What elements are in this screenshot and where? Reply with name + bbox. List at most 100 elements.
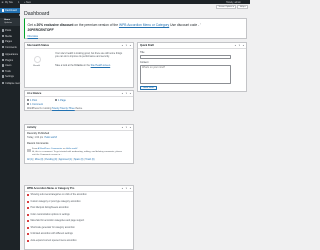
users-icon: [1, 64, 4, 67]
feature-item: Showing sub-menu/categories on click of …: [27, 194, 87, 197]
move-down-icon[interactable]: ▾: [126, 126, 127, 129]
recent-comments-heading: Recent Comments: [27, 142, 49, 145]
feature-label: Post title/post listing/tweets accordion: [30, 207, 69, 210]
sidebar-item-media[interactable]: Media: [0, 34, 20, 39]
submenu-updates[interactable]: Updates: [4, 22, 12, 24]
checkmark-icon: [27, 194, 30, 197]
glance-pages-link[interactable]: 1 Page: [55, 99, 66, 102]
help-button[interactable]: Help ▾: [237, 5, 248, 9]
collapse-toggle-icon[interactable]: ▴: [130, 126, 131, 129]
comment-excerpt: Hi, this is a comment. To get started wi…: [32, 150, 122, 156]
filter-spam-link[interactable]: Spam (0): [74, 159, 83, 161]
glance-item-label: 1 Post: [30, 99, 38, 102]
draft-title-label: Title: [140, 51, 145, 54]
collapse-toggle-icon[interactable]: ▴: [130, 92, 131, 95]
main-content: Screen Options ▾ Help ▾ Dashboard Get a …: [20, 4, 250, 250]
collapse-toggle-icon[interactable]: ▴: [243, 44, 244, 47]
sidebar-item-pages[interactable]: Pages: [0, 39, 20, 44]
move-down-icon[interactable]: ▾: [239, 44, 240, 47]
sidebar-item-tools[interactable]: Tools: [0, 69, 20, 74]
feature-label: Meta field for accordion categories and …: [30, 220, 85, 223]
checkmark-icon: [27, 233, 30, 236]
settings-icon: [1, 75, 4, 78]
submenu-home[interactable]: Home: [4, 19, 10, 21]
glance-posts-link[interactable]: 1 Post: [27, 99, 37, 102]
brush-icon: [1, 53, 4, 56]
feature-item: Color customization options in settings: [27, 213, 70, 216]
sidebar-item-plugins[interactable]: Plugins: [0, 58, 20, 63]
feature-item: Unlimited accordion with different setti…: [27, 233, 73, 236]
page-title: Dashboard: [24, 11, 50, 17]
feature-item: Meta field for accordion categories and …: [27, 220, 85, 223]
health-description: Your site's health is looking good, but …: [55, 52, 123, 59]
sidebar-item-label: Appearance: [5, 53, 19, 56]
move-up-icon[interactable]: ▴: [122, 44, 123, 47]
widget-header: Quick Draft ▴ ▾ ▴: [138, 43, 246, 49]
draft-title-input[interactable]: [140, 54, 231, 59]
checkmark-icon: [27, 200, 30, 203]
glance-footer: WordPress 6.x running Twenty Twenty-Thre…: [27, 107, 83, 110]
sidebar-item-label: Posts: [5, 29, 12, 32]
feature-label: Shortcode generator for category accordi…: [30, 226, 75, 229]
collapse-icon: [1, 81, 4, 85]
filter-trash-link[interactable]: Trash (0): [85, 159, 94, 161]
sidebar-item-label: Dashboard: [5, 9, 17, 12]
notice-line-2: 20PERCENTOFF': [28, 28, 55, 32]
sidebar-item-settings[interactable]: Settings: [0, 74, 20, 79]
health-text: .: [110, 63, 111, 67]
sidebar-item-dashboard[interactable]: Dashboard: [0, 8, 20, 13]
activity-widget: Activity ▴ ▾ ▴ Recently Published Today,…: [24, 124, 134, 164]
health-text: on the: [82, 63, 91, 67]
theme-link[interactable]: Twenty Twenty-Three: [52, 107, 75, 110]
collapse-toggle-icon[interactable]: ▴: [130, 44, 131, 47]
move-up-icon[interactable]: ▴: [122, 187, 123, 190]
move-up-icon[interactable]: ▴: [122, 92, 123, 95]
health-text: Take a look at the: [55, 63, 75, 67]
draft-content-textarea[interactable]: [140, 64, 231, 84]
widget-header: At a Glance ▴ ▾ ▴: [25, 91, 133, 97]
page-icon: [1, 40, 4, 43]
filter-pending-link[interactable]: Pending (0): [45, 159, 57, 161]
wpb-pro-widget: WPB Accordion Menu or Category Pro ▴ ▾ ▴…: [24, 185, 134, 250]
feature-label: Custom category or post type category ac…: [30, 200, 81, 203]
plugin-link[interactable]: WPB Accordion Menu or Category: [119, 23, 169, 27]
save-draft-button[interactable]: Save Draft: [140, 86, 157, 90]
recently-published-heading: Recently Published: [27, 132, 50, 135]
post-date: Today, 1:04 pm: [27, 136, 44, 139]
notice-text: Use discount code - ': [169, 22, 201, 27]
widget-title: WPB Accordion Menu or Category Pro: [27, 187, 75, 191]
checkmark-icon: [27, 239, 30, 242]
move-down-icon[interactable]: ▾: [126, 187, 127, 190]
filter-approved-link[interactable]: Approved (1): [59, 159, 72, 161]
glance-footer-text: theme.: [74, 107, 83, 110]
sidebar-item-appearance[interactable]: Appearance: [0, 52, 20, 57]
at-a-glance-widget: At a Glance ▴ ▾ ▴ 1 Post 1 Page 1 Commen…: [24, 90, 134, 111]
dismiss-link[interactable]: Dismiss: [28, 34, 39, 38]
comment-icon: [27, 103, 29, 106]
screen-options-button[interactable]: Screen Options ▾: [215, 5, 237, 9]
move-down-icon[interactable]: ▾: [126, 44, 127, 47]
glance-item-label: 1 Page: [58, 99, 66, 102]
pin-icon: [27, 99, 29, 102]
recent-post-link[interactable]: Hello world!: [45, 136, 58, 139]
site-health-link[interactable]: Site Health screen: [91, 64, 111, 67]
checkmark-icon: [27, 226, 30, 229]
glance-comments-link[interactable]: 1 Comment: [27, 103, 43, 106]
move-up-icon[interactable]: ▴: [122, 126, 123, 129]
notice-highlight: 20% exclusive discount: [36, 22, 74, 27]
health-items-text: Take a look at the 6 items on the Site H…: [55, 64, 123, 67]
collapse-toggle-icon[interactable]: ▴: [130, 187, 131, 190]
collapse-menu-button[interactable]: Collapse menu: [0, 81, 21, 86]
move-up-icon[interactable]: ▴: [235, 44, 236, 47]
feature-item: Shortcode generator for category accordi…: [27, 226, 75, 229]
widget-title: At a Glance: [27, 92, 42, 96]
checkmark-icon: [27, 213, 30, 216]
wrench-icon: [1, 69, 4, 73]
sidebar-item-posts[interactable]: Posts: [0, 28, 20, 33]
sidebar-item-comments[interactable]: Comments: [0, 45, 20, 50]
dashboard-submenu: Home Updates: [0, 18, 20, 26]
comment-author-link[interactable]: A WordPress Commenter: [38, 148, 63, 150]
sidebar-item-users[interactable]: Users: [0, 63, 20, 68]
comment-post-link[interactable]: Hello world!: [66, 148, 77, 150]
move-down-icon[interactable]: ▾: [126, 92, 127, 95]
